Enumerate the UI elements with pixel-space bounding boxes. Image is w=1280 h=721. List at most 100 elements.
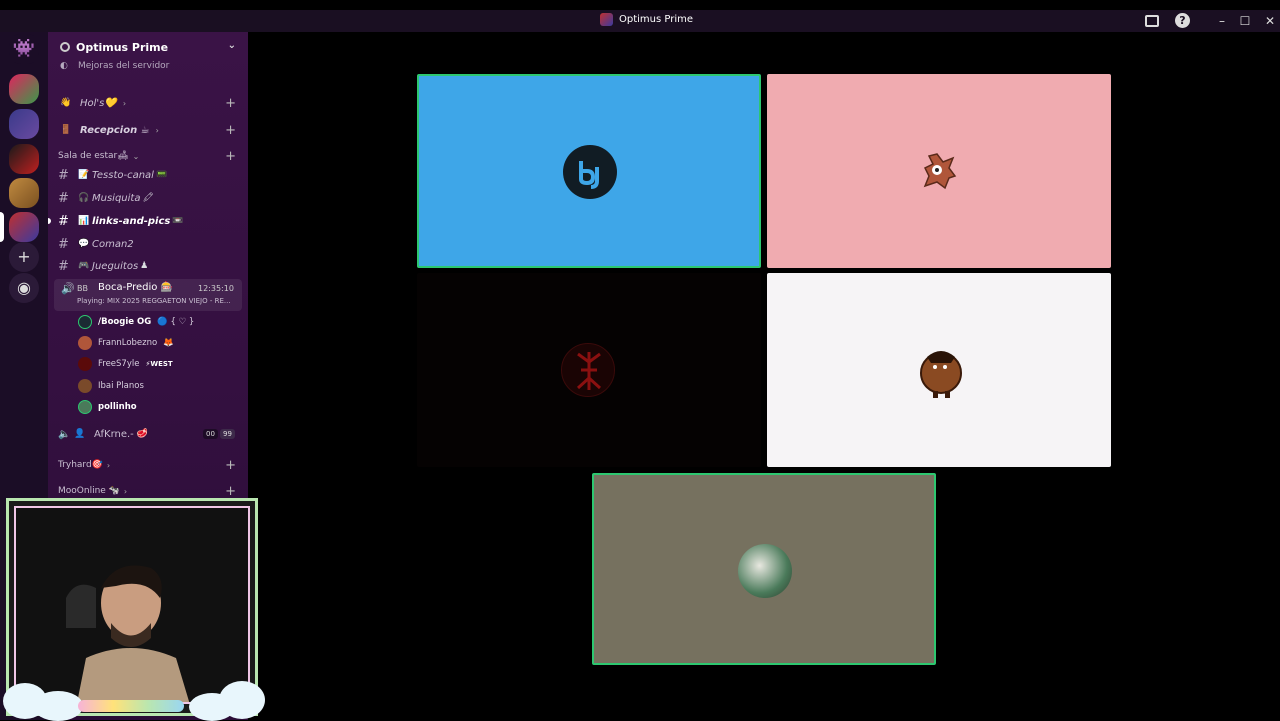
avatar <box>738 544 792 598</box>
server-icon-4[interactable] <box>9 178 39 208</box>
close-button[interactable]: ✕ <box>1262 13 1278 29</box>
channel-emoji: 💬 <box>78 239 90 249</box>
voice-activity-status: Playing: MIX 2025 REGGAETON VIEJO - RE..… <box>77 297 231 305</box>
cloud-decoration <box>33 691 83 721</box>
channel-links-and-pics[interactable]: # 📊 links-and-pics 📼 <box>48 211 248 231</box>
avatar <box>561 343 615 397</box>
boost-label: Mejoras del servidor <box>78 61 170 71</box>
hash-icon: # <box>58 190 69 206</box>
webcam-person-image <box>56 538 196 702</box>
channel-jueguitos[interactable]: # 🎮 Jueguitos ♟ <box>48 256 248 276</box>
category-label: Tryhard🎯 <box>58 460 103 470</box>
voice-member[interactable]: pollinho <box>78 398 137 416</box>
berserk-brand-icon <box>576 352 602 390</box>
category-recepcion[interactable]: 🚪 Recepcion ☕ › + <box>48 120 248 140</box>
channel-suffix: 📟 <box>155 170 168 180</box>
video-tile-freestyle[interactable] <box>417 273 761 467</box>
brown-character-icon <box>920 351 962 398</box>
category-sala-de-estar[interactable]: Sala de estar🛋 ⌄ + <box>48 146 248 166</box>
chevron-down-icon: ⌄ <box>132 151 140 161</box>
voice-user-limit: 99 <box>220 429 235 439</box>
server-icon-optimus[interactable] <box>9 212 39 242</box>
category-label: Sala de estar🛋 <box>58 151 129 161</box>
add-channel-icon[interactable]: + <box>225 123 236 138</box>
channel-emoji: 📊 <box>78 216 90 226</box>
member-tag: 🔵 { ♡ } <box>157 317 195 327</box>
member-name: Ibai Planos <box>98 381 144 391</box>
channel-coman2[interactable]: # 💬 Coman2 <box>48 234 248 254</box>
voice-member[interactable]: /Boogie OG 🔵 { ♡ } <box>78 313 194 331</box>
channel-suffix: 📼 <box>172 216 184 226</box>
video-tile-frann[interactable] <box>767 74 1111 268</box>
channel-name: Coman2 <box>92 238 134 250</box>
avatar <box>78 357 92 371</box>
voice-member[interactable]: FrannLobezno 🦊 <box>78 334 174 352</box>
voice-member[interactable]: Ibai Planos <box>78 377 144 395</box>
channel-emoji: 🎮 <box>78 261 90 271</box>
rainbow-decoration <box>78 700 184 712</box>
channel-tessto-canal[interactable]: # 📝 Tessto-canal 📟 <box>48 165 248 185</box>
chevron-right-icon: › <box>106 460 111 470</box>
category-label: MooOnline 🐄 <box>58 486 120 496</box>
discord-home-icon[interactable]: 👾 <box>9 34 39 64</box>
category-tryhard[interactable]: Tryhard🎯 › + <box>48 455 248 475</box>
video-tile-ibai[interactable] <box>767 273 1111 467</box>
avatar <box>78 379 92 393</box>
channel-name: Jueguitos <box>92 260 139 272</box>
add-channel-icon[interactable]: + <box>225 484 236 499</box>
add-channel-icon[interactable]: + <box>225 149 236 164</box>
server-folder-icon[interactable] <box>9 74 39 104</box>
inbox-icon[interactable] <box>1145 15 1159 27</box>
channel-musiquita[interactable]: # 🎧 Musiquita 🖍 <box>48 188 248 208</box>
voice-member[interactable]: FreeS7yle ⚡WEST <box>78 355 173 373</box>
webcam-overlay <box>3 498 265 721</box>
hash-icon: # <box>58 213 69 229</box>
boost-icon: ◐ <box>60 61 68 71</box>
speaker-icon: 🔊 <box>61 282 75 295</box>
add-channel-icon[interactable]: + <box>225 458 236 473</box>
help-icon[interactable]: ? <box>1175 13 1190 28</box>
server-icon <box>600 13 613 26</box>
minimize-button[interactable]: – <box>1214 13 1230 29</box>
channel-suffix: ♟ <box>140 261 149 271</box>
window-title-text: Optimus Prime <box>619 14 694 25</box>
server-name: Optimus Prime <box>76 40 169 54</box>
category-hols[interactable]: 👋 Hol's💛 › + <box>48 93 248 113</box>
voice-channel-name: Boca-Predio 🎰 <box>98 282 173 293</box>
member-tag: ⚡WEST <box>145 360 173 368</box>
fox-character-icon <box>923 153 957 190</box>
chevron-down-icon[interactable]: ⌄ <box>228 40 236 51</box>
wave-icon: 👋 <box>60 98 72 108</box>
explore-icon[interactable]: ◉ <box>9 273 39 303</box>
chevron-right-icon: › <box>122 98 127 108</box>
add-channel-icon[interactable]: + <box>225 96 236 111</box>
voice-channel-afk[interactable]: 🔈 👤 AfKrne.- 🥩 <box>48 424 248 444</box>
bj-logo-icon <box>579 161 599 189</box>
voice-user-count: 00 <box>203 429 218 439</box>
member-name: FrannLobezno <box>98 338 158 348</box>
server-icon-2[interactable] <box>9 109 39 139</box>
server-icon-3[interactable] <box>9 144 39 174</box>
selected-server-pill <box>0 212 4 242</box>
hash-icon: # <box>58 236 69 252</box>
avatar <box>78 315 92 329</box>
maximize-button[interactable]: ☐ <box>1237 13 1253 29</box>
member-name: /Boogie OG <box>98 317 152 327</box>
webcam-feed <box>14 506 250 704</box>
add-server-icon[interactable]: + <box>9 242 39 272</box>
server-boost-row[interactable]: ◐ Mejoras del servidor <box>48 56 248 76</box>
video-tile-pollinho[interactable] <box>592 473 936 665</box>
character-avatar <box>915 343 969 399</box>
fox-avatar <box>915 146 963 194</box>
server-boost-badge-icon <box>60 42 70 52</box>
avatar <box>78 336 92 350</box>
speaker-muted-icon: 🔈 <box>58 428 71 440</box>
channel-suffix: 🖍 <box>142 193 154 203</box>
voice-timer: 12:35:10 <box>198 284 234 293</box>
category-label: Hol's💛 <box>80 97 117 109</box>
channel-name: Tessto-canal <box>92 169 154 181</box>
chevron-right-icon: › <box>155 125 159 135</box>
video-tile-boogie[interactable] <box>417 74 761 268</box>
channel-emoji: 📝 <box>78 170 90 180</box>
category-label: Recepcion ☕ <box>80 124 150 136</box>
